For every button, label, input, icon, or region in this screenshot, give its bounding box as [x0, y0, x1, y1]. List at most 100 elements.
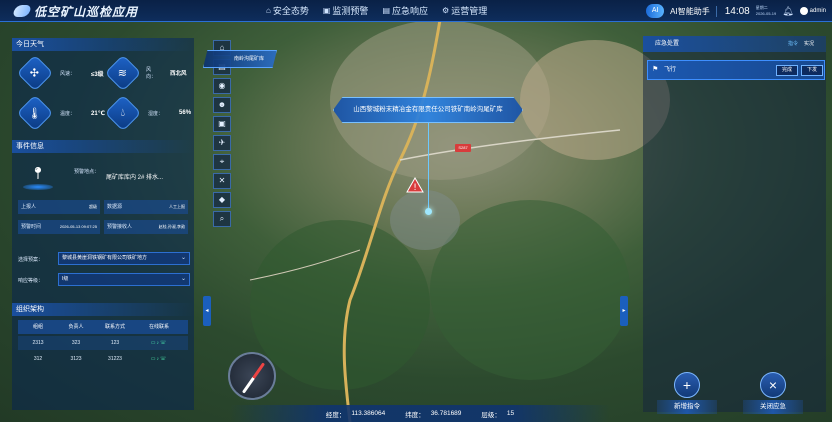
cell-contact: 123 [110, 340, 120, 346]
level-label: 层级： [481, 411, 501, 419]
cube-icon[interactable]: ◆ [213, 192, 231, 208]
plan-select-value: 黎城县黄崖洞铁钢矿有限公司铁矿地方 [62, 255, 148, 261]
app-logo: 低空矿山巡检应用 [11, 3, 138, 19]
clock: 14:08 [715, 5, 750, 17]
collapse-left-button[interactable]: ◂ [203, 296, 211, 326]
event-title: 事件信息 [12, 140, 194, 153]
wind-speed-label: 风速： [60, 70, 76, 77]
wind-speed-card: ✣ 风速： ≤3级 [16, 54, 104, 92]
user-menu[interactable]: admin [799, 7, 826, 15]
level-select[interactable]: I级 ⌄ [58, 273, 190, 286]
level-label: 响应等级： [18, 278, 44, 284]
right-panel [643, 36, 826, 412]
wind-icon-wrap: ≋ [104, 54, 142, 92]
temperature-value: 21℃ [91, 110, 105, 117]
road-tag: S287 [455, 144, 471, 152]
close-emergency-button[interactable]: × 关闭应急 [743, 372, 803, 414]
location-banner[interactable]: 山西黎城粉末精冶金有限责任公司铁矿南岭沟尾矿库 [333, 97, 523, 123]
house-icon: ⌂ [266, 6, 271, 15]
tab-live[interactable]: 实况 [804, 36, 814, 52]
thermometer-icon: 🌡︎ [28, 107, 42, 120]
bell-icon[interactable]: 🔔︎ [782, 6, 793, 17]
location-marker[interactable] [425, 208, 432, 215]
nav-operation[interactable]: ⚙ 运营管理 [442, 4, 487, 17]
wind-dir-value: 西北风 [170, 71, 187, 77]
tab-command[interactable]: 指令 [788, 36, 798, 52]
compass-needle [241, 362, 266, 394]
table-header: 组组 负责人 联系方式 在线联系 [18, 320, 188, 334]
col-group: 组组 [32, 324, 43, 330]
fan-icon: ✣ [30, 67, 40, 80]
main-nav: ⌂ 安全态势 ▣ 监测预警 ▤ 应急响应 ⚙ 运营管理 [266, 4, 487, 17]
alert-time-label: 预警时间 [21, 224, 42, 230]
date: 2026-05-19 [755, 11, 777, 16]
done-button[interactable]: 完成 [776, 65, 798, 76]
drone-icon[interactable]: ✈ [213, 135, 231, 151]
nav-label: 运营管理 [451, 6, 488, 16]
nav-emergency[interactable]: ▤ 应急响应 [382, 4, 428, 17]
phone-icon[interactable]: ☏ [160, 356, 167, 362]
issue-button[interactable]: 下发 [801, 65, 823, 76]
task-item[interactable]: ⚑ 飞行 完成 下发 [647, 60, 825, 80]
plan-select[interactable]: 黎城县黄崖洞铁钢矿有限公司铁矿地方 ⌄ [58, 252, 190, 265]
search-icon[interactable]: ⌕ [213, 211, 231, 227]
nav-monitor[interactable]: ▣ 监测预警 [323, 4, 369, 17]
receiver-value: 赵桂,孙淑,李勋 [158, 224, 185, 229]
humidity-card: 💧︎ 湿度： 56% [104, 94, 192, 132]
date-block: 星期二 2026-05-19 [756, 5, 776, 17]
close-icon: × [760, 372, 786, 398]
table-row: 312 3123 31223 ▭♪☏ [18, 352, 188, 366]
alert-time-cell: 预警时间 2026-05-13 09:07:25 [18, 220, 100, 234]
location-value: 尾矿库库内 2# 排水... [106, 175, 164, 181]
plan-label: 选择预案： [18, 257, 44, 263]
user-icon[interactable]: ☻ [213, 97, 231, 113]
nav-label: 监测预警 [332, 6, 369, 16]
compass-icon[interactable] [228, 352, 276, 400]
receiver-label: 预警接收人 [107, 224, 133, 230]
reporter-value: 超级 [89, 204, 97, 209]
location-pin-icon: 📍︎ [30, 166, 46, 180]
humidity-value: 56% [179, 110, 192, 116]
measure-icon[interactable]: ⌖ [213, 154, 231, 170]
receiver-cell: 预警接收人 赵桂,孙淑,李勋 [104, 220, 188, 234]
banner-leader-line [428, 123, 429, 211]
ai-badge-icon[interactable]: AI [646, 4, 665, 18]
col-online: 在线联系 [148, 324, 169, 330]
ai-assistant-label[interactable]: AI智能助手 [670, 6, 710, 17]
chevron-down-icon: ⌄ [180, 276, 186, 282]
logo-icon [11, 5, 33, 17]
event-location: 📍︎ 预警地点： 尾矿库库内 2# 排水... [18, 160, 188, 194]
table-row: 2313 323 123 ▭♪☏ [18, 336, 188, 350]
wind-dir-card: ≋ 风向： 西北风 [104, 54, 190, 92]
humidity-label: 湿度： [148, 110, 164, 117]
cell-owner: 3123 [70, 356, 82, 362]
alert-time-value: 2026-05-13 09:07:25 [59, 224, 97, 229]
camera-icon[interactable]: ◉ [213, 78, 231, 94]
emergency-tabs: 指令 实况 [788, 36, 814, 52]
cell-contact: 31223 [108, 356, 122, 362]
small-location-popup[interactable]: 南岭沟尾矿库 [203, 50, 277, 68]
level-select-value: I级 [62, 276, 69, 282]
droplet-icon: 💧︎ [120, 106, 126, 119]
weather-title: 今日天气 [12, 38, 194, 51]
save-icon[interactable]: ▣ [213, 116, 231, 132]
thermometer-icon-wrap: 🌡︎ [16, 94, 54, 132]
tools-icon[interactable]: ✕ [213, 173, 231, 189]
add-command-button[interactable]: + 新增指令 [657, 372, 717, 414]
wind-speed-value: ≤3级 [91, 71, 104, 78]
temperature-label: 温度： [60, 110, 76, 117]
close-emergency-label: 关闭应急 [743, 400, 803, 414]
warning-icon[interactable]: ! [406, 177, 424, 193]
phone-icon[interactable]: ☏ [160, 340, 167, 346]
pin-base [23, 184, 53, 190]
contact-actions: ▭♪☏ [142, 336, 176, 350]
contact-actions: ▭♪☏ [142, 352, 176, 366]
temperature-card: 🌡︎ 温度： 21℃ [16, 94, 105, 132]
top-bar: 低空矿山巡检应用 ⌂ 安全态势 ▣ 监测预警 ▤ 应急响应 ⚙ 运营管理 AI … [0, 0, 832, 22]
location-label: 预警地点： [74, 169, 100, 175]
fan-icon-wrap: ✣ [16, 54, 54, 92]
collapse-right-button[interactable]: ▸ [620, 296, 628, 326]
nav-safety[interactable]: ⌂ 安全态势 [266, 4, 309, 17]
add-command-label: 新增指令 [657, 400, 717, 414]
latitude-label: 纬度： [405, 411, 425, 419]
